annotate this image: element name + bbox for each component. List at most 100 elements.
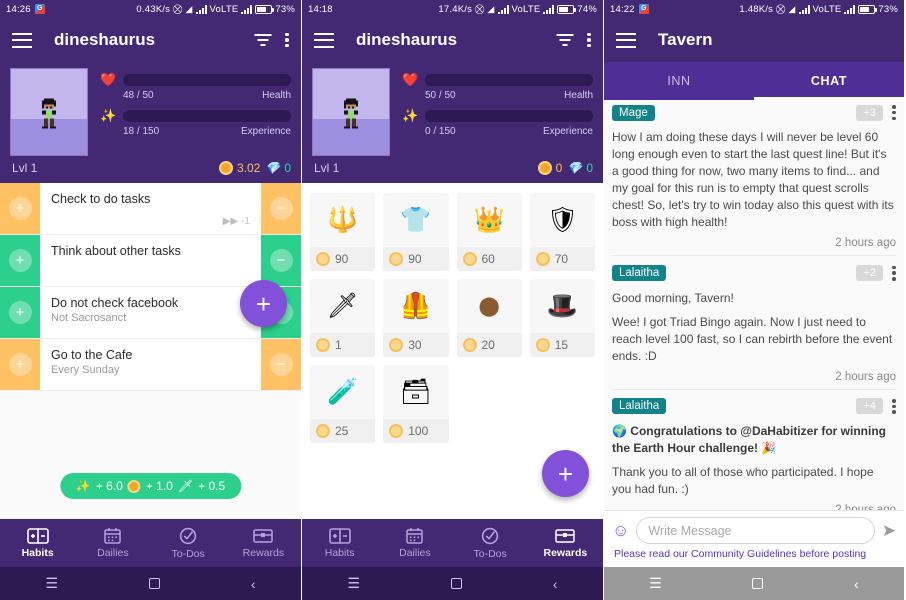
community-guidelines-link[interactable]: Please read our Community Guidelines bef…: [612, 544, 896, 565]
nav-tab-todos[interactable]: To-Dos: [453, 519, 528, 567]
shield-icon: 🛡: [546, 205, 579, 234]
list-item[interactable]: 🗃 100: [383, 365, 449, 443]
emoji-icon[interactable]: ☺: [612, 522, 629, 539]
signal-icon: [798, 4, 810, 14]
heart-icon: ❤️: [402, 72, 419, 87]
buckler-icon: ⬤: [478, 295, 500, 317]
gold-coin-icon: [535, 252, 550, 266]
gem-counter: 💎 0: [567, 161, 593, 175]
habit-minus-button[interactable]: −: [261, 235, 301, 286]
habit-minus-button[interactable]: −: [261, 183, 301, 234]
android-system-nav: ☰ ‹: [0, 567, 301, 600]
message-input[interactable]: [636, 517, 875, 544]
recents-icon[interactable]: ☰: [649, 575, 662, 592]
back-chevron-icon[interactable]: ‹: [553, 576, 558, 592]
mute-icon: ⛒: [776, 3, 786, 14]
nav-tab-dailies[interactable]: Dailies: [75, 519, 150, 567]
nav-tab-todos[interactable]: To-Dos: [151, 519, 226, 567]
home-square-icon[interactable]: [450, 578, 462, 589]
gold-coin-icon: [389, 338, 404, 352]
android-system-nav: ☰ ‹: [604, 567, 904, 600]
nav-tab-dailies[interactable]: Dailies: [377, 519, 452, 567]
gold-coin-icon: [219, 161, 233, 175]
gold-coin-icon: [462, 338, 477, 352]
dagger-icon: 🗡: [326, 291, 359, 320]
avatar-sprite: [42, 98, 56, 129]
status-bar: 14:22 1.48K/s ⛒ ◢ VoLTE 73%: [604, 0, 904, 18]
list-item[interactable]: 🛡 70: [529, 193, 595, 271]
nav-tab-rewards[interactable]: Rewards: [528, 519, 603, 567]
habit-title: Go to the Cafe: [51, 348, 133, 362]
chat-message-list[interactable]: Mage +3 How I am doing these days I will…: [604, 100, 904, 510]
home-square-icon[interactable]: [148, 578, 160, 589]
back-chevron-icon[interactable]: ‹: [251, 576, 256, 592]
gem-value: 0: [284, 161, 291, 175]
habit-plus-button[interactable]: +: [0, 183, 40, 234]
reward-cost: 15: [554, 338, 569, 352]
kebab-icon[interactable]: [285, 30, 289, 49]
avatar[interactable]: [312, 68, 390, 156]
message-author[interactable]: Lalaitha: [612, 398, 667, 415]
list-item[interactable]: 👕 90: [383, 193, 449, 271]
table-row[interactable]: + Think about other tasks −: [0, 235, 301, 287]
habit-title: Think about other tasks: [51, 244, 181, 258]
nav-label: To-Dos: [171, 547, 205, 560]
message-paragraph: Good morning, Tavern!: [612, 290, 734, 305]
home-square-icon[interactable]: [752, 578, 764, 589]
list-item[interactable]: 👑 60: [456, 193, 522, 271]
nav-tab-habits[interactable]: Habits: [0, 519, 75, 567]
status-network-speed: 0.43K/s: [136, 3, 171, 15]
avatar[interactable]: [10, 68, 88, 156]
filter-icon[interactable]: [254, 34, 271, 46]
nav-tab-rewards[interactable]: Rewards: [226, 519, 301, 567]
gem-value: 0: [586, 161, 593, 175]
beast-armor-icon: 🦺: [400, 291, 432, 320]
add-reward-button[interactable]: +: [542, 450, 589, 497]
add-habit-button[interactable]: +: [240, 280, 287, 327]
habit-counter: ▶▶ -1: [223, 216, 250, 227]
tab-inn[interactable]: INN: [604, 62, 754, 100]
list-item[interactable]: 🧪 25: [310, 365, 376, 443]
hamburger-icon[interactable]: [314, 32, 334, 48]
like-badge[interactable]: +3: [856, 104, 883, 121]
tab-chat[interactable]: CHAT: [754, 62, 904, 100]
hamburger-icon[interactable]: [12, 32, 32, 48]
habit-plus-button[interactable]: +: [0, 287, 40, 338]
like-badge[interactable]: +4: [856, 398, 883, 415]
table-row[interactable]: + Check to do tasks ▶▶ -1 −: [0, 183, 301, 235]
reward-cost: 90: [335, 252, 349, 266]
nav-tab-habits[interactable]: Habits: [302, 519, 377, 567]
table-row[interactable]: + Go to the Cafe Every Sunday −: [0, 339, 301, 391]
recents-icon[interactable]: ☰: [45, 575, 58, 592]
kebab-icon[interactable]: [892, 263, 896, 282]
kebab-icon[interactable]: [587, 30, 591, 49]
list-item[interactable]: 🎩 15: [529, 279, 595, 357]
recents-icon[interactable]: ☰: [347, 575, 360, 592]
health-label: Health: [564, 90, 593, 101]
habit-minus-button[interactable]: −: [261, 339, 301, 390]
status-battery: 73%: [275, 3, 295, 15]
list-item[interactable]: 🗡 1: [310, 279, 376, 357]
hamburger-icon[interactable]: [616, 32, 636, 48]
back-chevron-icon[interactable]: ‹: [854, 576, 859, 592]
gem-icon: 💎: [265, 161, 281, 175]
message-composer: ☺ ➤ Please read our Community Guidelines…: [604, 510, 904, 567]
habit-title: Check to do tasks: [51, 192, 151, 206]
list-item[interactable]: 🔱 90: [310, 193, 376, 271]
filter-icon[interactable]: [556, 34, 573, 46]
gold-coin-icon: [316, 252, 330, 266]
list-item[interactable]: ⬤ 20: [456, 279, 522, 357]
habit-plus-button[interactable]: +: [0, 235, 40, 286]
kebab-icon[interactable]: [892, 397, 896, 416]
like-badge[interactable]: +2: [856, 265, 883, 282]
send-icon[interactable]: ➤: [882, 522, 896, 539]
habit-plus-button[interactable]: +: [0, 339, 40, 390]
kebab-icon[interactable]: [892, 103, 896, 122]
message-author[interactable]: Mage: [612, 104, 655, 121]
list-item[interactable]: 🦺 30: [383, 279, 449, 357]
status-battery: 73%: [878, 3, 898, 15]
message-author[interactable]: Lalaitha: [612, 265, 667, 282]
status-network-speed: 1.48K/s: [739, 3, 774, 15]
check-circle-icon: [481, 527, 499, 545]
nav-label: Dailies: [399, 547, 431, 559]
